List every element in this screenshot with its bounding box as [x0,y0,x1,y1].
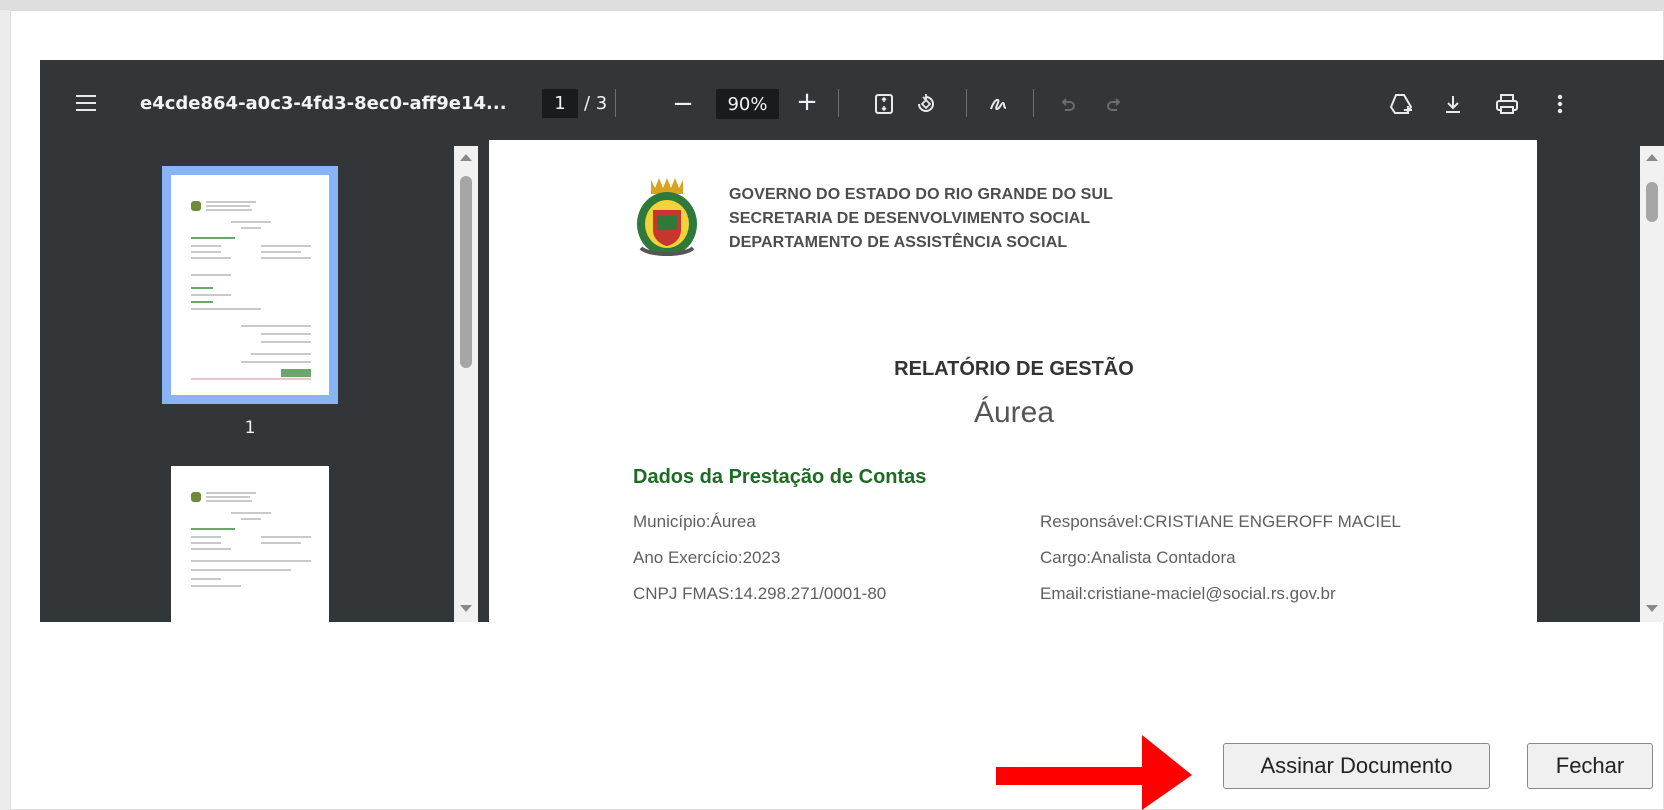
document-scrollbar[interactable] [1640,146,1664,622]
file-name: e4cde864-a0c3-4fd3-8ec0-aff9e14... [140,92,507,114]
sign-document-button[interactable]: Assinar Documento [1223,743,1490,789]
zoom-in-button[interactable]: + [792,87,822,117]
scroll-down-arrow[interactable] [460,605,472,612]
fit-page-icon[interactable] [869,89,899,119]
rotate-icon[interactable] [911,89,941,119]
sidebar-scrollbar[interactable] [454,146,478,622]
section-title: Dados da Prestação de Contas [633,466,927,488]
zoom-out-button[interactable]: − [668,89,698,119]
page-number-input[interactable]: 1 [542,89,578,118]
close-button[interactable]: Fechar [1527,743,1653,789]
field-cargo: Cargo:Analista Contadora [1040,548,1236,567]
toolbar-divider [838,89,839,117]
toolbar-divider [615,89,616,117]
annotate-icon[interactable] [985,89,1015,119]
city-name: Áurea [973,396,1055,429]
page-thumbnail-2[interactable] [171,466,329,622]
sidebar-scroll-thumb[interactable] [460,176,472,368]
red-arrow-annotation [996,735,1192,810]
header-line-2: SECRETARIA DE DESENVOLVIMENTO SOCIAL [729,210,1091,227]
coat-of-arms-logo [637,178,697,256]
field-responsavel: Responsável:CRISTIANE ENGEROFF MACIEL [1040,512,1401,531]
download-icon[interactable] [1438,89,1468,119]
field-cnpj: CNPJ FMAS:14.298.271/0001-80 [633,584,887,603]
pdf-viewer: e4cde864-a0c3-4fd3-8ec0-aff9e14... 1 / 3… [40,60,1664,622]
scroll-up-arrow[interactable] [460,154,472,161]
more-options-icon[interactable] [1545,89,1575,119]
document-page: GOVERNO DO ESTADO DO RIO GRANDE DO SUL S… [489,140,1537,622]
field-ano-exercicio: Ano Exercício:2023 [633,548,781,567]
header-line-1: GOVERNO DO ESTADO DO RIO GRANDE DO SUL [729,186,1113,203]
field-email: Email:cristiane-maciel@social.rs.gov.br [1040,584,1336,603]
scroll-down-arrow[interactable] [1646,605,1658,612]
thumbnail-sidebar: 1 [40,146,446,622]
add-to-drive-icon[interactable] [1386,89,1416,119]
scroll-up-arrow[interactable] [1646,154,1658,161]
report-title: RELATÓRIO DE GESTÃO [894,358,1134,380]
thumbnail-page-number: 1 [244,418,256,438]
window-top-strip [0,0,1664,10]
zoom-input[interactable]: 90% [716,89,779,119]
header-line-3: DEPARTAMENTO DE ASSISTÊNCIA SOCIAL [729,234,1068,251]
toolbar-divider [966,89,967,117]
document-scroll-thumb[interactable] [1646,182,1658,222]
toolbar-divider [1033,89,1034,117]
redo-icon[interactable] [1099,89,1129,119]
page-count: / 3 [584,92,608,114]
menu-icon[interactable] [74,90,100,116]
page-thumbnail-1[interactable] [171,175,329,395]
field-municipio: Município:Áurea [633,512,756,531]
undo-icon[interactable] [1053,89,1083,119]
pdf-toolbar: e4cde864-a0c3-4fd3-8ec0-aff9e14... 1 / 3… [40,60,1664,146]
print-icon[interactable] [1492,89,1522,119]
